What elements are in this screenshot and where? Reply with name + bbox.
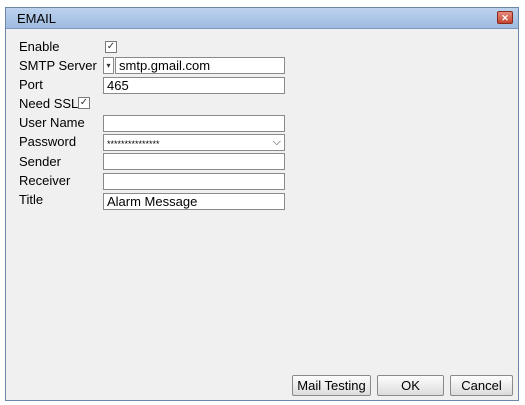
- need-ssl-checkbox[interactable]: ✓: [78, 97, 90, 109]
- enable-checkbox[interactable]: ✓: [105, 41, 117, 53]
- email-dialog: EMAIL ✕ Enable ✓ SMTP Server ▾ smtp.gmai…: [5, 7, 519, 401]
- user-name-label: User Name: [19, 115, 85, 130]
- port-label: Port: [19, 77, 43, 92]
- title-bar: EMAIL ✕: [6, 8, 518, 29]
- sender-input[interactable]: [103, 153, 285, 170]
- password-input[interactable]: *************** ⌵: [103, 134, 285, 151]
- receiver-label: Receiver: [19, 173, 71, 188]
- title-input[interactable]: Alarm Message: [103, 193, 285, 210]
- mail-testing-button[interactable]: Mail Testing: [292, 375, 371, 396]
- smtp-server-dropdown-icon[interactable]: ▾: [103, 57, 114, 74]
- chevron-down-icon[interactable]: ⌵: [273, 135, 281, 150]
- port-input[interactable]: 465: [103, 77, 285, 94]
- dialog-title: EMAIL: [17, 11, 57, 26]
- enable-label: Enable: [19, 39, 60, 54]
- receiver-input[interactable]: [103, 173, 285, 190]
- password-label: Password: [19, 134, 77, 149]
- cancel-button[interactable]: Cancel: [450, 375, 513, 396]
- need-ssl-label: Need SSL: [19, 96, 79, 111]
- title-label: Title: [19, 192, 44, 207]
- smtp-server-input[interactable]: smtp.gmail.com: [115, 57, 285, 74]
- user-name-input[interactable]: [103, 115, 285, 132]
- password-mask: ***************: [107, 139, 160, 149]
- close-icon[interactable]: ✕: [497, 11, 513, 24]
- sender-label: Sender: [19, 154, 61, 169]
- ok-button[interactable]: OK: [377, 375, 444, 396]
- smtp-server-label: SMTP Server: [19, 58, 97, 73]
